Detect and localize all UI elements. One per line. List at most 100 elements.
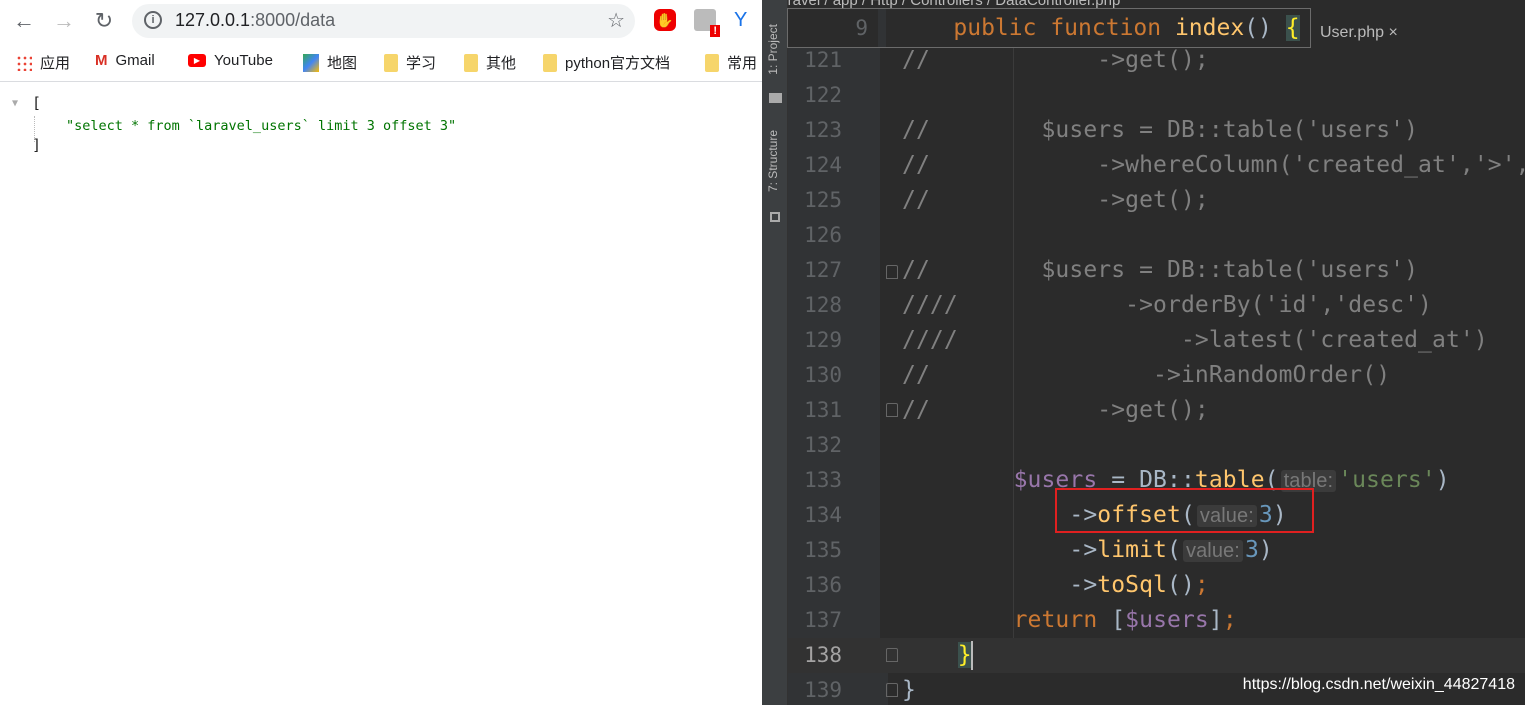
line-number: 136 [804,573,842,597]
url-text: 127.0.0.1:8000/data [175,10,335,31]
project-tool-button[interactable]: 1: Project [766,24,780,75]
code-token: 'users' [1338,467,1436,493]
popup-code: public function index() { [898,10,1300,46]
ide-window: laravel / app / Http / Controllers / Dat… [762,0,1525,705]
fold-marker-icon[interactable] [886,683,898,697]
code-line[interactable]: // $users = DB::table('users') [902,113,1418,148]
code-line[interactable]: // ->get(); [902,393,1209,428]
bookmarks-bar: 应用 M Gmail ▶ YouTube 地图 学习 其他 python官方文档 常… [0,42,762,82]
folder-icon [705,53,719,72]
code-token: ) [1258,537,1273,563]
line-number: 121 [804,48,842,72]
address-bar[interactable]: i 127.0.0.1:8000/data ☆ [132,4,635,38]
json-string-value: "select * from `laravel_users` limit 3 o… [66,118,457,134]
reload-button[interactable]: ↻ [92,8,116,34]
bookmark-label: 常用 [727,55,758,72]
code-token: ; [1194,572,1209,598]
code-line[interactable]: ->limit(value: 3) [902,533,1273,569]
line-number: 124 [804,153,842,177]
code-line[interactable]: // ->whereColumn('created_at','>', [902,148,1525,183]
bookmark-star-icon[interactable]: ☆ [607,8,625,33]
forward-button[interactable]: → [52,8,76,34]
editor-tab-user[interactable]: User.php × [1320,24,1398,42]
folder-icon [384,53,398,72]
bookmark-folder-other[interactable]: 其他 [464,52,516,73]
line-number: 128 [804,293,842,317]
code-token: index [1174,15,1245,41]
code-line[interactable]: // ->get(); [902,43,1209,78]
fold-marker-icon[interactable] [886,648,898,662]
youtube-icon: ▶ [188,54,206,67]
line-number: 139 [804,678,842,702]
code-token: { [1285,15,1300,41]
back-button[interactable]: ← [12,8,36,34]
code-token: return [1013,607,1112,633]
bookmark-gmail[interactable]: M Gmail [95,52,155,69]
bookmark-apps[interactable]: 应用 [16,52,70,73]
code-token: ) [1435,467,1450,493]
code-line[interactable]: } [902,638,972,673]
code-token: -> [902,537,1098,563]
adblock-extension-icon[interactable]: ✋ [654,9,676,31]
extension-icon[interactable]: ! [694,9,720,37]
bookmark-youtube[interactable]: ▶ YouTube [188,52,273,69]
bookmark-label: YouTube [214,52,273,69]
code-token: function [1050,15,1175,41]
line-number: 130 [804,363,842,387]
popup-line-number: 9 [855,16,868,40]
code-token: ( [1167,537,1181,563]
json-close-bracket: ] [32,136,42,154]
code-line[interactable]: } [902,673,916,705]
parameter-hint: value: [1182,540,1243,562]
bookmark-label: 其他 [486,55,517,72]
line-number: 138 [804,643,842,667]
code-token: // ->inRandomOrder() [902,362,1391,388]
line-number: 137 [804,608,842,632]
collapse-triangle-icon[interactable]: ▼ [12,98,18,109]
code-token: // $users = DB::table('users') [902,257,1419,283]
code-line[interactable]: // ->inRandomOrder() [902,358,1390,393]
url-path: :8000/data [250,10,336,30]
bookmark-maps[interactable]: 地图 [303,52,357,73]
code-line[interactable]: //// ->orderBy('id','desc') [902,288,1432,323]
apps-grid-icon [16,54,32,71]
line-number: 134 [804,503,842,527]
url-host: 127.0.0.1 [175,10,251,30]
code-line[interactable]: //// ->latest('created_at') [902,323,1488,358]
line-number: 122 [804,83,842,107]
text-caret [971,641,973,670]
extension-icon-2[interactable]: Y [734,9,756,31]
bookmark-label: python官方文档 [565,55,671,72]
folder-icon [543,53,557,72]
code-token: toSql [1097,572,1168,598]
bookmark-folder-common[interactable]: 常用 [705,52,757,73]
bookmark-folder-study[interactable]: 学习 [384,52,436,73]
code-token: public [898,15,1051,41]
code-token: } [957,642,972,668]
code-line[interactable]: // ->get(); [902,183,1209,218]
sticky-function-popup: 9 public function index() { [787,8,1311,48]
structure-tool-button[interactable]: 7: Structure [766,130,780,192]
structure-icon [770,212,780,222]
code-token: // ->get(); [902,47,1209,73]
code-token: ; [1222,607,1237,633]
line-number: 126 [804,223,842,247]
fold-marker-icon[interactable] [886,265,898,279]
line-number: 132 [804,433,842,457]
code-line[interactable]: // $users = DB::table('users') [902,253,1418,288]
info-icon[interactable]: i [144,11,162,29]
code-line[interactable]: return [$users]; [902,603,1237,638]
fold-marker-icon[interactable] [886,403,898,417]
line-number: 131 [804,398,842,422]
code-line[interactable]: ->toSql(); [902,568,1209,603]
bookmark-label: 学习 [406,55,437,72]
bookmark-folder-python[interactable]: python官方文档 [543,52,670,73]
bookmark-label: 应用 [40,55,71,72]
line-number: 125 [804,188,842,212]
code-token: $users [1125,607,1209,633]
tool-window-strip: 1: Project 7: Structure [762,0,788,705]
json-open-bracket: [ [32,94,42,112]
browser-window: ← → ↻ i 127.0.0.1:8000/data ☆ ✋ ! Y 应用 M… [0,0,762,705]
